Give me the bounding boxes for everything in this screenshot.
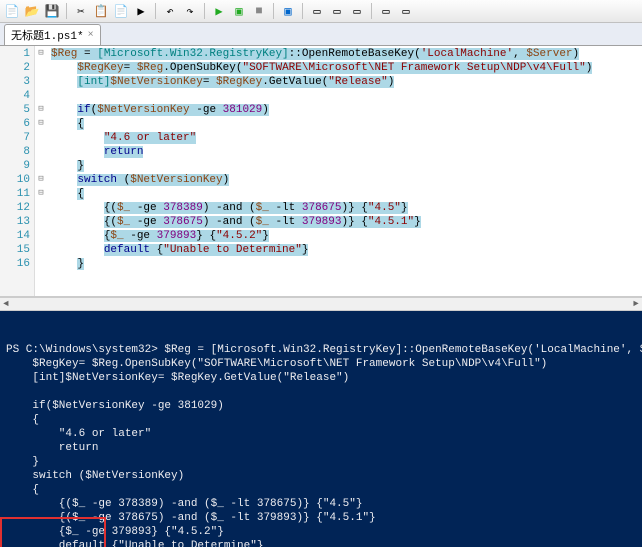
close-icon[interactable]: × bbox=[88, 30, 94, 41]
scroll-right-icon[interactable]: ► bbox=[630, 299, 642, 309]
copy-icon[interactable]: 📋 bbox=[93, 3, 109, 19]
play-icon[interactable]: ▶ bbox=[211, 3, 227, 19]
save-icon[interactable]: 💾 bbox=[44, 3, 60, 19]
stop-icon[interactable]: ■ bbox=[251, 3, 267, 19]
tab-title: 无标题1.ps1* bbox=[11, 27, 84, 43]
open-icon[interactable]: 📂 bbox=[24, 3, 40, 19]
layout2-icon[interactable]: ▭ bbox=[329, 3, 345, 19]
terminal-icon[interactable]: ▣ bbox=[280, 3, 296, 19]
redo-icon[interactable]: ↷ bbox=[182, 3, 198, 19]
panel2-icon[interactable]: ▭ bbox=[398, 3, 414, 19]
code-content[interactable]: $Reg = [Microsoft.Win32.RegistryKey]::Op… bbox=[47, 46, 642, 296]
line-numbers: 12345678910111213141516 bbox=[0, 46, 35, 296]
cut-icon[interactable]: ✂ bbox=[73, 3, 89, 19]
new-icon[interactable]: 📄 bbox=[4, 3, 20, 19]
undo-icon[interactable]: ↶ bbox=[162, 3, 178, 19]
file-tab[interactable]: 无标题1.ps1* × bbox=[4, 24, 101, 45]
layout3-icon[interactable]: ▭ bbox=[349, 3, 365, 19]
run-icon[interactable]: ▶ bbox=[133, 3, 149, 19]
scroll-left-icon[interactable]: ◄ bbox=[0, 299, 12, 309]
horizontal-scrollbar[interactable]: ◄ ► bbox=[0, 297, 642, 311]
paste-icon[interactable]: 📄 bbox=[113, 3, 129, 19]
code-editor[interactable]: 12345678910111213141516 ⊟⊟⊟⊟⊟ $Reg = [Mi… bbox=[0, 46, 642, 297]
tab-row: 无标题1.ps1* × bbox=[0, 23, 642, 46]
main-toolbar: 📄 📂 💾 ✂ 📋 📄 ▶ ↶ ↷ ▶ ▣ ■ ▣ ▭ ▭ ▭ ▭ ▭ bbox=[0, 0, 642, 23]
layout1-icon[interactable]: ▭ bbox=[309, 3, 325, 19]
powershell-console[interactable]: PS C:\Windows\system32> $Reg = [Microsof… bbox=[0, 311, 642, 547]
run-selection-icon[interactable]: ▣ bbox=[231, 3, 247, 19]
panel1-icon[interactable]: ▭ bbox=[378, 3, 394, 19]
fold-column[interactable]: ⊟⊟⊟⊟⊟ bbox=[35, 46, 47, 296]
